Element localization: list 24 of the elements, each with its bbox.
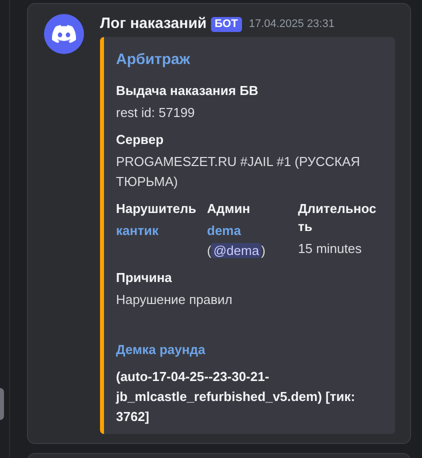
bot-avatar[interactable] bbox=[44, 14, 84, 54]
scrollbar-thumb[interactable] bbox=[0, 388, 4, 420]
field-value: ( bbox=[207, 242, 212, 258]
field-value: rest id: 57199 bbox=[116, 104, 195, 120]
controller-icon bbox=[52, 25, 76, 43]
demo-title[interactable]: Демка раунда bbox=[116, 340, 383, 359]
field-value: ) bbox=[261, 242, 266, 258]
user-mention[interactable]: @dema bbox=[211, 242, 262, 258]
field-name: Админ bbox=[207, 200, 252, 218]
embed-title[interactable]: Арбитраж bbox=[116, 49, 383, 72]
demo-file: (auto-17-04-25--23-30-21-jb_mlcastle_refurbished_v5.dem) [тик: 3762] bbox=[116, 368, 356, 426]
field-value: Нарушение правил bbox=[116, 292, 232, 306]
field-value: 15 minutes bbox=[298, 240, 362, 256]
field-name: Нарушитель bbox=[116, 200, 198, 218]
timestamp: 17.04.2025 23:31 bbox=[248, 16, 334, 32]
field-value: PROGAMESZET.RU #JAIL #1 (РУССКАЯ ТЮРЬМА) bbox=[116, 154, 360, 188]
field-name: Длительность bbox=[298, 200, 378, 236]
author-name[interactable]: Лог наказаний bbox=[100, 12, 207, 36]
user-link[interactable]: dema bbox=[207, 222, 241, 238]
user-link[interactable]: кантик bbox=[116, 222, 158, 238]
field-name: Сервер bbox=[116, 130, 165, 148]
field-name: Выдача наказания БВ bbox=[116, 82, 260, 100]
field-name: Причина bbox=[116, 268, 173, 286]
bot-tag: БОТ bbox=[210, 16, 242, 32]
